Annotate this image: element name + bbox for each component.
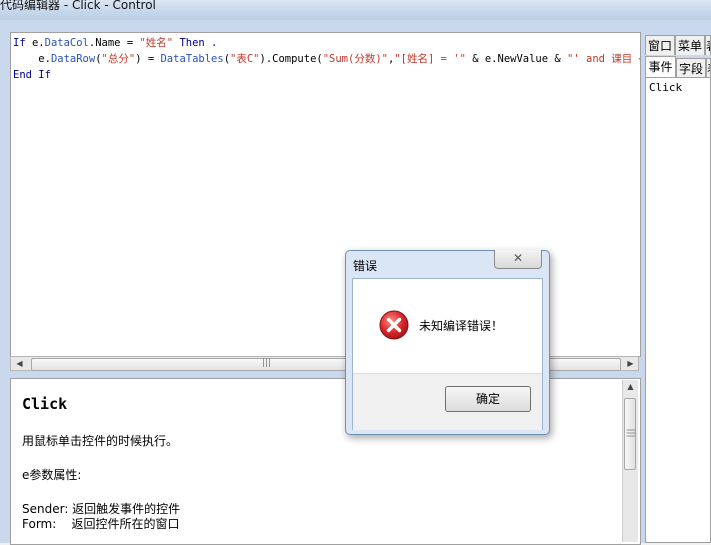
help-title: Click <box>22 395 68 413</box>
list-item[interactable]: Click <box>649 81 682 94</box>
help-param-form: Form: 返回控件所在的窗口 <box>22 517 180 531</box>
scroll-left-arrow-icon[interactable]: ◀ <box>12 357 27 370</box>
ok-button[interactable]: 确定 <box>445 386 531 412</box>
scroll-grip-icon: ||| <box>625 428 636 438</box>
close-icon: ✕ <box>512 251 524 265</box>
tab-events[interactable]: 事件 <box>645 56 676 78</box>
code-token: "' and 课目 <> <box>567 53 640 65</box>
window-title: 代码编辑器 - Click - Control <box>0 0 156 12</box>
code-line[interactable]: If e.DataCol.Name = "姓名" Then . <box>13 35 640 51</box>
scroll-grip-icon: ||| <box>262 358 272 368</box>
help-param-header: e参数属性: <box>22 468 82 482</box>
code-token: Then . <box>173 37 218 49</box>
tab-table-2[interactable]: 表 <box>706 58 711 78</box>
code-token: DataCol <box>44 37 89 49</box>
code-line[interactable]: e.DataRow("总分") = DataTables("表C").Compu… <box>13 51 640 67</box>
code-token: "Sum(分数)" <box>322 53 388 65</box>
dialog-title: 错误 <box>353 259 378 273</box>
error-icon <box>379 310 409 340</box>
code-token: e. <box>13 53 51 65</box>
error-dialog: 错误 ✕ 未知编译错误！ 确定 <box>345 250 550 435</box>
scroll-right-arrow-icon[interactable]: ▶ <box>623 357 638 370</box>
dialog-body: 未知编译错误！ 确定 <box>352 278 543 430</box>
window-titlebar: 代码编辑器 - Click - Control <box>0 0 711 20</box>
code-token: & e.NewValue & <box>465 53 568 65</box>
code-token: ).Compute( <box>259 53 323 65</box>
code-token: End If <box>13 69 51 81</box>
tab-window[interactable]: 窗口 <box>645 35 675 55</box>
code-line[interactable]: End If <box>13 67 640 83</box>
code-token: "表C" <box>230 53 260 65</box>
error-message: 未知编译错误！ <box>419 319 504 333</box>
code-token: ) = <box>135 53 161 65</box>
tab-menu[interactable]: 菜单 <box>675 35 705 55</box>
code-token: DataRow <box>50 53 96 65</box>
help-vertical-scrollbar[interactable]: ▲ ||| <box>622 380 638 542</box>
scroll-up-arrow-icon[interactable]: ▲ <box>623 382 638 391</box>
tab-fields[interactable]: 字段 <box>676 58 706 78</box>
code-token: "[姓名] = '" <box>394 53 466 65</box>
code-text[interactable]: If e.DataCol.Name = "姓名" Then . e.DataRo… <box>13 35 640 83</box>
close-button[interactable]: ✕ <box>494 250 542 269</box>
code-token: DataTables <box>160 53 224 65</box>
events-list[interactable]: Click <box>645 77 711 543</box>
code-token: .Name = <box>88 37 140 49</box>
code-token: If <box>13 37 32 49</box>
tab-table-1[interactable]: 表 <box>705 35 711 55</box>
help-description: 用鼠标单击控件的时候执行。 <box>22 434 179 448</box>
code-token: "姓名" <box>139 37 174 49</box>
code-token: "总分" <box>101 53 136 65</box>
